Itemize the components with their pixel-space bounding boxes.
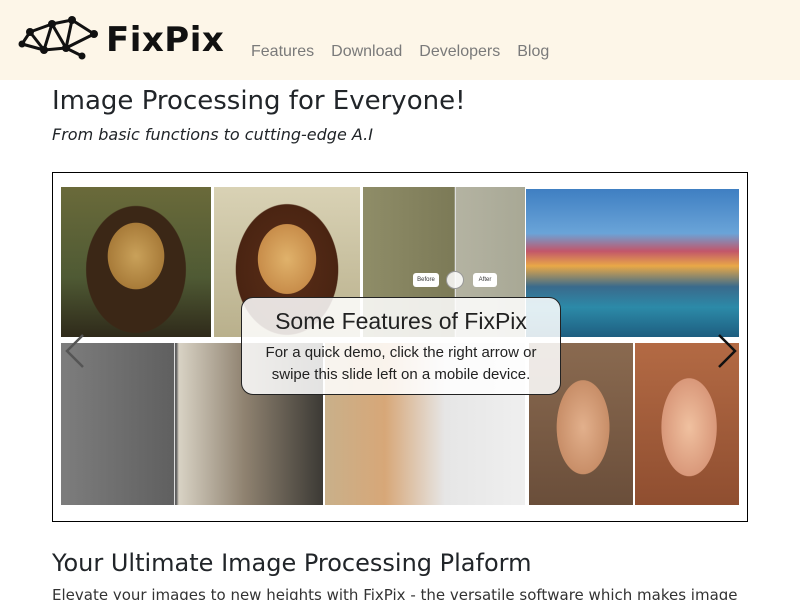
chevron-left-icon[interactable] (61, 331, 89, 371)
nav-link-blog[interactable]: Blog (517, 42, 549, 62)
compare-after-label: After (473, 273, 497, 287)
page-title: Image Processing for Everyone! (52, 86, 466, 116)
compare-before-label: Before (413, 273, 439, 287)
brand-name[interactable]: FixPix (106, 18, 224, 62)
section-text: Elevate your images to new heights with … (52, 586, 738, 600)
nav-link-developers[interactable]: Developers (419, 42, 500, 62)
logo-network-icon[interactable] (18, 14, 100, 62)
main-nav: Features Download Developers Blog (251, 42, 549, 62)
features-carousel[interactable]: Before After Some Features of FixPix For… (52, 172, 748, 522)
caption-title: Some Features of FixPix (275, 308, 527, 334)
section-title: Your Ultimate Image Processing Plaform (52, 549, 532, 577)
compare-handle-icon[interactable] (446, 271, 464, 289)
nav-link-download[interactable]: Download (331, 42, 402, 62)
page-tagline: From basic functions to cutting-edge A.I (52, 125, 373, 144)
compare-divider (174, 343, 175, 505)
chevron-right-icon[interactable] (713, 331, 741, 371)
nav-link-features[interactable]: Features (251, 42, 314, 62)
carousel-caption: Some Features of FixPix For a quick demo… (241, 297, 561, 395)
mona-lisa-original-image (61, 187, 211, 337)
top-navbar: FixPix Features Download Developers Blog (0, 0, 800, 80)
caption-text: For a quick demo, click the right arrow … (265, 344, 537, 383)
